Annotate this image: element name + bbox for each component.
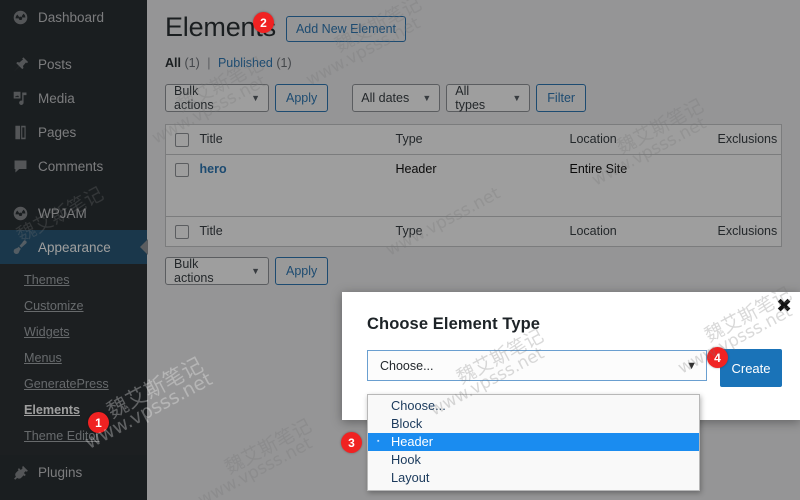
step-badge-4: 4 xyxy=(707,347,728,368)
dropdown-option[interactable]: Block xyxy=(368,415,699,433)
dropdown-option[interactable]: Layout xyxy=(368,469,699,487)
dropdown-option[interactable]: Choose... xyxy=(368,397,699,415)
chevron-down-icon: ▼ xyxy=(686,359,697,372)
dropdown-option[interactable]: Hook xyxy=(368,451,699,469)
element-type-select[interactable]: Choose... ▼ xyxy=(367,350,707,381)
create-button[interactable]: Create xyxy=(720,349,782,387)
step-badge-3: 3 xyxy=(341,432,362,453)
close-icon[interactable]: ✖ xyxy=(776,297,792,316)
modal-title: Choose Element Type xyxy=(367,315,541,333)
step-badge-1: 1 xyxy=(88,412,109,433)
element-type-value: Choose... xyxy=(380,358,434,373)
element-type-dropdown-options[interactable]: Choose...BlockHeaderHookLayout xyxy=(367,394,700,491)
step-badge-2: 2 xyxy=(253,12,274,33)
wordpress-admin-screen: Dashboard Posts Media Pages Comments WPJAM App… xyxy=(0,0,800,500)
dropdown-option[interactable]: Header xyxy=(368,433,699,451)
